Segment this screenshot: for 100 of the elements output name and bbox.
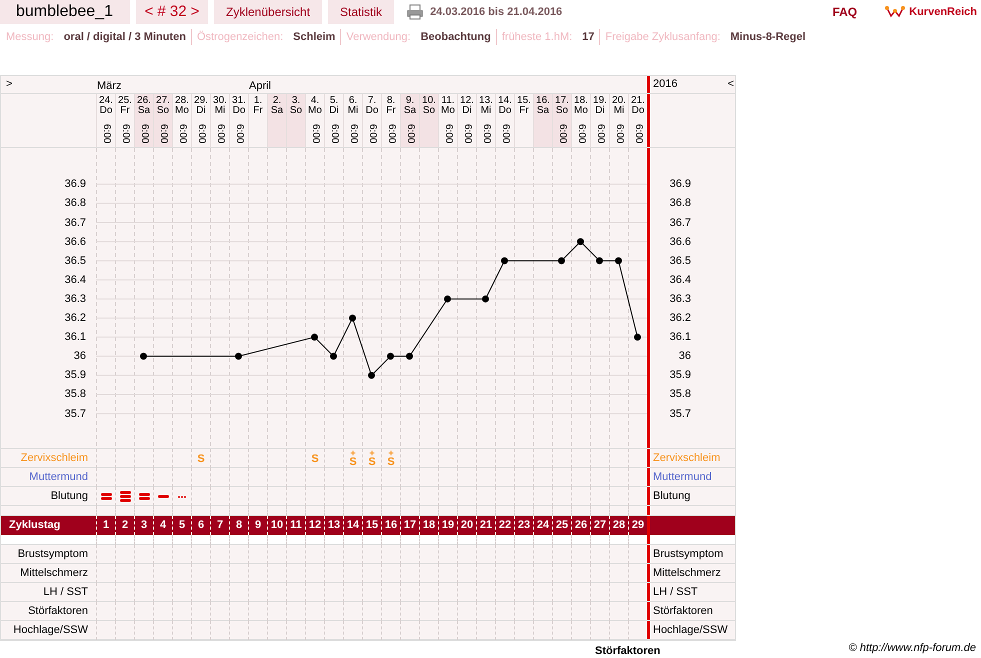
info-value: Schleim [293,30,336,45]
mucus-symbol: S [311,454,319,464]
row-label: Zervixschleim [647,449,737,467]
measure-time: 6:00 [158,124,168,144]
cycle-number: # 32 [157,2,187,22]
info-value: oral / digital / 3 Minuten [64,30,186,45]
axis-tick-label: 36.6 [64,236,86,248]
day-date: 11. [441,96,455,106]
temperature-point [368,372,375,379]
temperature-point [615,257,622,264]
day-date: 5. [330,96,338,106]
day-weekday: Mo [308,106,322,116]
info-value: Minus-8-Regel [730,30,806,45]
temperature-point [140,352,147,360]
day-date: 28. [175,96,189,106]
row-label: Zervixschleim [20,451,89,466]
measure-time: 6:00 [329,124,339,144]
section-heading: Störfaktoren [595,645,660,657]
row-label: Hochlage/SSW [647,621,737,639]
day-date: 9. [406,96,414,106]
next-cycle-button[interactable]: > [190,0,200,24]
faq-link[interactable]: FAQ [832,3,858,21]
printer-icon[interactable] [406,4,424,20]
temperature-point [406,352,413,360]
measure-time: 6:00 [215,124,225,144]
day-date: 2. [272,96,282,106]
axis-tick-label: 36.6 [670,236,691,248]
temperature-point [311,334,318,341]
day-date: 8. [386,96,396,106]
row-label: Mittelschmerz [19,566,89,581]
day-weekday: Fr [519,106,529,116]
day-weekday: Mi [480,106,492,116]
bleeding-medium-icon [138,493,150,500]
temperature-point [482,295,489,302]
day-date: 1. [254,96,262,106]
collapse-toggle[interactable]: < [728,76,734,93]
day-date: 30. [213,96,227,106]
row-label: Hochlage/SSW [12,623,89,638]
axis-tick-label: 35.9 [670,369,691,382]
day-weekday: Sa [138,106,150,116]
day-date: 10. [422,96,436,106]
day-date: 24. [99,96,113,106]
day-weekday: Fr [120,106,130,116]
day-date: 25. [118,96,132,106]
axis-tick-label: 36.5 [64,254,86,267]
axis-tick-label: 36.8 [670,197,691,210]
measure-time: 6:00 [386,124,396,144]
measure-time: 6:00 [101,124,111,144]
day-weekday: Di [329,106,339,116]
axis-tick-label: 35.7 [670,408,691,420]
axis-tick-label: 35.8 [64,388,86,400]
measure-time: 6:00 [462,124,472,144]
measure-time: 6:00 [500,124,510,144]
previous-cycle-button[interactable]: < [144,0,154,24]
info-label: Messung: [6,30,54,45]
row-label: Störfaktoren [27,604,89,619]
user-name: bumblebee_1 [0,0,130,24]
info-label: Verwendung: [346,30,411,45]
day-weekday: Di [462,106,472,116]
measure-time: 6:00 [234,124,244,144]
day-date: 4. [310,96,320,106]
expand-toggle[interactable]: > [6,76,12,92]
temperature-point [330,352,337,360]
axis-tick-label: 36.5 [670,254,691,267]
axis-tick-label: 36.7 [64,216,86,229]
row-label: Blutung [647,487,737,505]
row-label: Muttermund [28,470,89,485]
date-range: 24.03.2016 bis 21.04.2016 [430,4,562,20]
nav-tab[interactable]: Statistik [328,0,394,24]
day-date: 31. [232,96,246,106]
measure-time: 6:00 [120,124,130,144]
measure-time: 6:00 [177,124,187,144]
day-weekday: Mi [614,106,624,116]
month-label: April [249,79,272,94]
axis-tick-label: 36.1 [670,331,691,344]
temperature-point [387,352,394,360]
day-weekday: Di [595,106,605,116]
measure-time: 6:00 [348,124,358,144]
temperature-point [596,257,603,264]
measure-time: 6:00 [405,124,415,144]
day-weekday: Mo [441,106,455,116]
axis-tick-label: 36.3 [64,292,86,305]
row-label: LH / SST [42,585,89,600]
day-date: 7. [368,96,376,106]
day-date: 14. [498,96,512,106]
day-weekday: So [156,106,170,116]
day-date: 29. [194,96,208,106]
day-weekday: Fr [386,106,396,116]
measure-time: 6:00 [310,124,320,144]
day-weekday: Fr [253,106,263,116]
bleeding-light-icon [158,495,168,498]
measure-time: 6:00 [367,124,377,144]
axis-tick-label: 36.1 [64,331,86,344]
axis-tick-label: 36.2 [64,312,86,324]
day-weekday: Di [196,106,206,116]
row-label: Störfaktoren [647,602,737,620]
nav-tab[interactable]: Zyklenübersicht [214,0,322,24]
day-weekday: Sa [270,106,284,116]
measure-time: 6:00 [196,124,206,144]
day-weekday: Do [100,106,112,116]
